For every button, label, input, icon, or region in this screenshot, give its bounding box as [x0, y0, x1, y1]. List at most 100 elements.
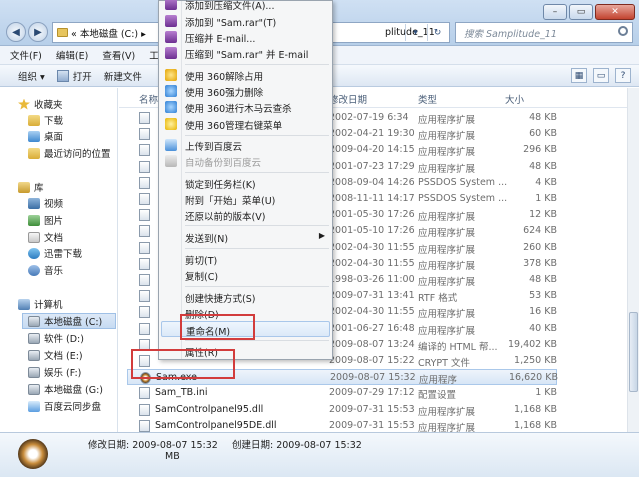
- menu-separator: [185, 248, 329, 249]
- file-icon: [139, 257, 150, 270]
- column-date[interactable]: 修改日期: [329, 92, 367, 106]
- file-row[interactable]: SamControlpanel95.dll 2009-07-31 15:53 应用程…: [127, 402, 557, 418]
- folder-icon: [28, 114, 40, 126]
- file-type: RTF 格式: [418, 293, 458, 305]
- file-size: 48 KB: [529, 112, 557, 123]
- nav-desktop[interactable]: 桌面: [28, 128, 63, 144]
- menu-360-trojan-scan[interactable]: 使用 360进行木马云查杀: [161, 99, 330, 115]
- file-date: 2001-06-27 16:48: [329, 322, 415, 334]
- file-date: 2002-04-21 19:30: [329, 128, 415, 140]
- forward-button[interactable]: ▶: [28, 22, 48, 42]
- menu-auto-backup-baidu: 自动备份到百度云: [161, 153, 330, 169]
- nav-pictures[interactable]: 图片: [28, 212, 63, 228]
- new-folder-button[interactable]: 新建文件: [104, 69, 142, 83]
- column-type[interactable]: 类型: [418, 92, 437, 106]
- nav-label: 视频: [44, 199, 64, 210]
- menu-label: 使用 360解除占用: [185, 72, 264, 83]
- menu-restore-versions[interactable]: 还原以前的版本(V): [161, 207, 330, 223]
- menu-cut[interactable]: 剪切(T): [161, 251, 330, 267]
- file-date: 1998-03-26 11:00: [329, 274, 415, 285]
- file-icon: [139, 290, 150, 303]
- vertical-scrollbar[interactable]: [627, 88, 639, 432]
- picture-icon: [28, 214, 40, 226]
- view-options-icon[interactable]: ▦: [571, 68, 587, 83]
- nav-videos[interactable]: 视频: [28, 195, 63, 211]
- file-size: 296 KB: [523, 144, 557, 156]
- file-size: 260 KB: [523, 241, 557, 253]
- nav-downloads[interactable]: 下载: [28, 112, 63, 128]
- menu-file[interactable]: 文件(F): [10, 48, 42, 62]
- search-input[interactable]: 搜索 Samplitude_11: [455, 22, 633, 43]
- menu-separator: [185, 286, 329, 287]
- menu-compress-rar-email[interactable]: 压缩到 "Sam.rar" 并 E-mail: [161, 45, 330, 61]
- nav-drive-e[interactable]: 文档 (E:): [28, 347, 83, 363]
- new-folder-label: 新建文件: [103, 71, 142, 83]
- nav-drive-g[interactable]: 本地磁盘 (G:): [28, 381, 103, 397]
- nav-music[interactable]: 音乐: [28, 262, 63, 278]
- file-size: 60 KB: [529, 128, 557, 140]
- nav-baidu[interactable]: 百度云同步盘: [28, 398, 101, 414]
- menu-add-rar[interactable]: 添加到 "Sam.rar"(T): [161, 13, 330, 29]
- file-size: 19,402 KB: [507, 338, 557, 350]
- drive-icon: [28, 366, 40, 378]
- cloud-backup-icon: [165, 155, 177, 167]
- refresh-icon[interactable]: ↻: [427, 24, 447, 41]
- close-button[interactable]: ✕: [595, 4, 635, 20]
- file-icon: [139, 322, 150, 335]
- file-date: 2009-07-31 15:53: [329, 403, 415, 415]
- nav-libraries[interactable]: 库: [18, 179, 44, 195]
- detail-created: 创建日期: 2009-08-07 15:32: [232, 440, 362, 451]
- organize-button[interactable]: 组织 ▾: [18, 69, 45, 83]
- help-icon[interactable]: ?: [615, 68, 631, 83]
- nav-drive-c[interactable]: 本地磁盘 (C:): [22, 313, 116, 329]
- file-date: 2009-07-31 13:41: [329, 290, 415, 302]
- back-button[interactable]: ◀: [6, 22, 26, 42]
- file-date: 2002-04-30 11:55: [329, 306, 415, 318]
- nav-favorites[interactable]: 收藏夹: [18, 96, 63, 112]
- nav-drive-d[interactable]: 软件 (D:): [28, 330, 84, 346]
- minimize-button[interactable]: –: [543, 4, 567, 20]
- menu-view[interactable]: 查看(V): [102, 48, 135, 62]
- menu-360-unlock[interactable]: 使用 360解除占用: [161, 67, 330, 83]
- menu-360-force-delete[interactable]: 使用 360强力删除: [161, 83, 330, 99]
- column-size[interactable]: 大小: [505, 92, 524, 106]
- file-icon: [139, 387, 150, 400]
- menu-edit[interactable]: 编辑(E): [56, 48, 88, 62]
- scroll-thumb[interactable]: [629, 312, 638, 392]
- open-button[interactable]: 打开: [56, 69, 92, 83]
- file-row[interactable]: Sam_TB.ini 2009-07-29 17:12 配置设置 1 KB: [127, 385, 557, 401]
- file-type: 应用程序扩展: [418, 244, 476, 256]
- menu-copy[interactable]: 复制(C): [161, 267, 330, 283]
- nav-thunder[interactable]: 迅雷下载: [28, 245, 82, 261]
- nav-recent[interactable]: 最近访问的位置: [28, 145, 111, 161]
- menu-360-manage[interactable]: 使用 360管理右键菜单: [161, 116, 330, 132]
- cloud-icon: [28, 400, 40, 412]
- menu-send-to[interactable]: 发送到(N) ▶: [161, 229, 330, 245]
- menu-pin-start[interactable]: 附到「开始」菜单(U): [161, 191, 330, 207]
- file-size: 53 KB: [529, 290, 557, 302]
- maximize-button[interactable]: ▭: [569, 4, 593, 20]
- address-dropdown-icon[interactable]: ▾: [405, 24, 425, 41]
- nav-documents[interactable]: 文档: [28, 229, 63, 245]
- window-controls: – ▭ ✕: [543, 4, 635, 20]
- file-icon: [139, 419, 150, 432]
- star-icon: [18, 98, 30, 110]
- video-icon: [28, 197, 40, 209]
- menu-create-shortcut[interactable]: 创建快捷方式(S): [161, 289, 330, 305]
- file-size: 48 KB: [529, 160, 557, 172]
- nav-computer[interactable]: 计算机: [18, 296, 63, 312]
- menu-upload-baidu[interactable]: 上传到百度云: [161, 137, 330, 153]
- menu-pin-taskbar[interactable]: 锁定到任务栏(K): [161, 175, 330, 191]
- recent-places-icon: [28, 147, 40, 159]
- file-date: 2009-07-31 15:53: [329, 419, 415, 431]
- nav-drive-f[interactable]: 娱乐 (F:): [28, 364, 81, 380]
- file-icon: [139, 112, 150, 124]
- nav-label: 文档: [44, 233, 64, 244]
- menu-add-archive[interactable]: 添加到压缩文件(A)...: [161, 0, 330, 12]
- menu-compress-email[interactable]: 压缩并 E-mail...: [161, 29, 330, 45]
- file-date: 2002-04-30 11:55: [329, 241, 415, 253]
- preview-pane-icon[interactable]: ▭: [593, 68, 609, 83]
- file-icon: [139, 241, 150, 254]
- file-name: Sam_TB.ini: [155, 387, 208, 399]
- column-name[interactable]: 名称: [139, 92, 158, 106]
